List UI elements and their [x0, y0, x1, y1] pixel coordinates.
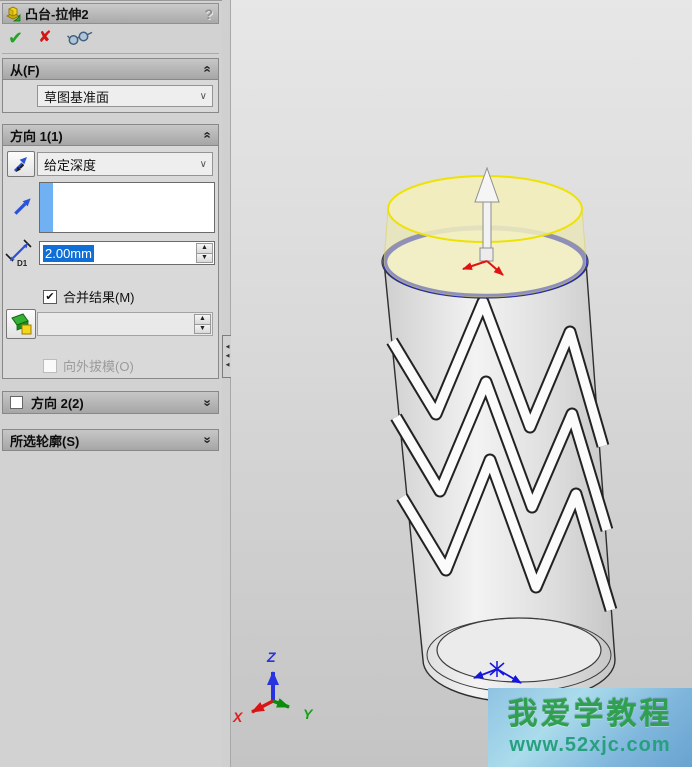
start-condition-value: 草图基准面 [44, 87, 109, 106]
draft-outward-label: 向外拔模(O) [63, 356, 134, 375]
section-contours-label: 所选轮廓(S) [10, 431, 79, 450]
merge-result-checkbox[interactable]: ✔ [43, 290, 57, 304]
direction-reference-box[interactable] [39, 182, 215, 233]
graphics-viewport[interactable]: Z X Y 我爱学教程 www.52xjc.com [231, 0, 692, 767]
draft-icon [9, 312, 33, 336]
ok-button[interactable]: ✔ [8, 28, 23, 48]
dropdown-chevron-icon: ∨ [200, 91, 207, 102]
draft-outward-checkbox [43, 359, 57, 373]
end-condition-value: 给定深度 [44, 155, 96, 174]
section-body-direction1: 给定深度 ∨ D1 2.00mm ▲ ▼ ✔ 合并结果(M [2, 146, 219, 379]
panel-viewport-divider [222, 0, 231, 767]
coordinate-triad: Z X Y [232, 649, 314, 725]
reverse-direction-icon [10, 153, 32, 175]
triad-y-label: Y [303, 706, 314, 722]
splitter-arrow-icon: ◀ [226, 345, 230, 350]
section-header-direction1[interactable]: 方向 1(1) « [2, 124, 219, 146]
merge-result-checkbox-row[interactable]: ✔ 合并结果(M) [43, 287, 135, 306]
property-manager-panel: 凸台-拉伸2 ? ✔ ✘ 从(F) « 草图基准面 ∨ 方向 1(1) « [0, 0, 222, 767]
boss-extrude-icon [5, 6, 21, 22]
section-direction2-label: 方向 2(2) [31, 393, 84, 412]
start-condition-dropdown[interactable]: 草图基准面 ∨ [37, 85, 213, 107]
spinner-down-button[interactable]: ▼ [196, 254, 213, 264]
watermark-url: www.52xjc.com [509, 732, 670, 758]
panel-title: 凸台-拉伸2 [25, 4, 204, 23]
section-header-from[interactable]: 从(F) « [2, 58, 219, 80]
depth-spinner: ▲ ▼ [196, 243, 213, 263]
triad-y-axis [273, 701, 289, 707]
watermark: 我爱学教程 www.52xjc.com [488, 688, 692, 767]
draft-outward-checkbox-row: 向外拔模(O) [43, 356, 134, 375]
model-canvas: Z X Y [231, 0, 692, 767]
draft-button[interactable] [6, 309, 36, 339]
pm-toolbar: ✔ ✘ [8, 27, 93, 49]
section-body-from: 草图基准面 ∨ [2, 80, 219, 113]
triad-x-axis [252, 701, 273, 712]
depth-value: 2.00mm [43, 245, 94, 262]
section-header-contours[interactable]: 所选轮廓(S) » [2, 429, 219, 451]
watermark-title: 我爱学教程 [508, 698, 673, 732]
splitter-arrow-icon: ◀ [226, 363, 230, 368]
spinner-up-button: ▲ [194, 314, 211, 325]
reverse-direction-button[interactable] [7, 151, 35, 177]
section-from-label: 从(F) [10, 60, 40, 79]
toolbar-separator [2, 53, 219, 54]
depth-input[interactable]: 2.00mm ▲ ▼ [39, 241, 215, 265]
splitter-arrow-icon: ◀ [226, 354, 230, 359]
draft-angle-input: ▲ ▼ [37, 312, 213, 336]
end-condition-dropdown[interactable]: 给定深度 ∨ [37, 152, 213, 176]
spinner-up-button[interactable]: ▲ [196, 243, 213, 254]
triad-x-label: X [232, 709, 244, 725]
triad-z-label: Z [266, 649, 276, 665]
collapse-down-icon: » [201, 436, 213, 443]
help-button[interactable]: ? [204, 6, 213, 22]
collapse-up-icon: « [201, 65, 213, 72]
preview-glasses-icon[interactable] [67, 30, 93, 46]
reference-highlight-strip [40, 183, 53, 232]
section-header-direction2[interactable]: 方向 2(2) » [2, 391, 219, 414]
svg-text:D1: D1 [17, 259, 28, 267]
merge-result-label: 合并结果(M) [63, 287, 135, 306]
direction-reference-icon [11, 194, 35, 218]
draft-angle-spinner: ▲ ▼ [194, 314, 211, 334]
panel-titlebar: 凸台-拉伸2 ? [2, 3, 219, 24]
collapse-up-icon: « [201, 131, 213, 138]
collapse-down-icon: » [201, 399, 213, 406]
direction2-checkbox[interactable] [10, 396, 23, 409]
spinner-down-button: ▼ [194, 325, 211, 335]
cancel-button[interactable]: ✘ [38, 28, 51, 48]
dropdown-chevron-icon: ∨ [200, 159, 207, 170]
section-direction1-label: 方向 1(1) [10, 126, 63, 145]
depth-d1-icon: D1 [5, 239, 37, 267]
